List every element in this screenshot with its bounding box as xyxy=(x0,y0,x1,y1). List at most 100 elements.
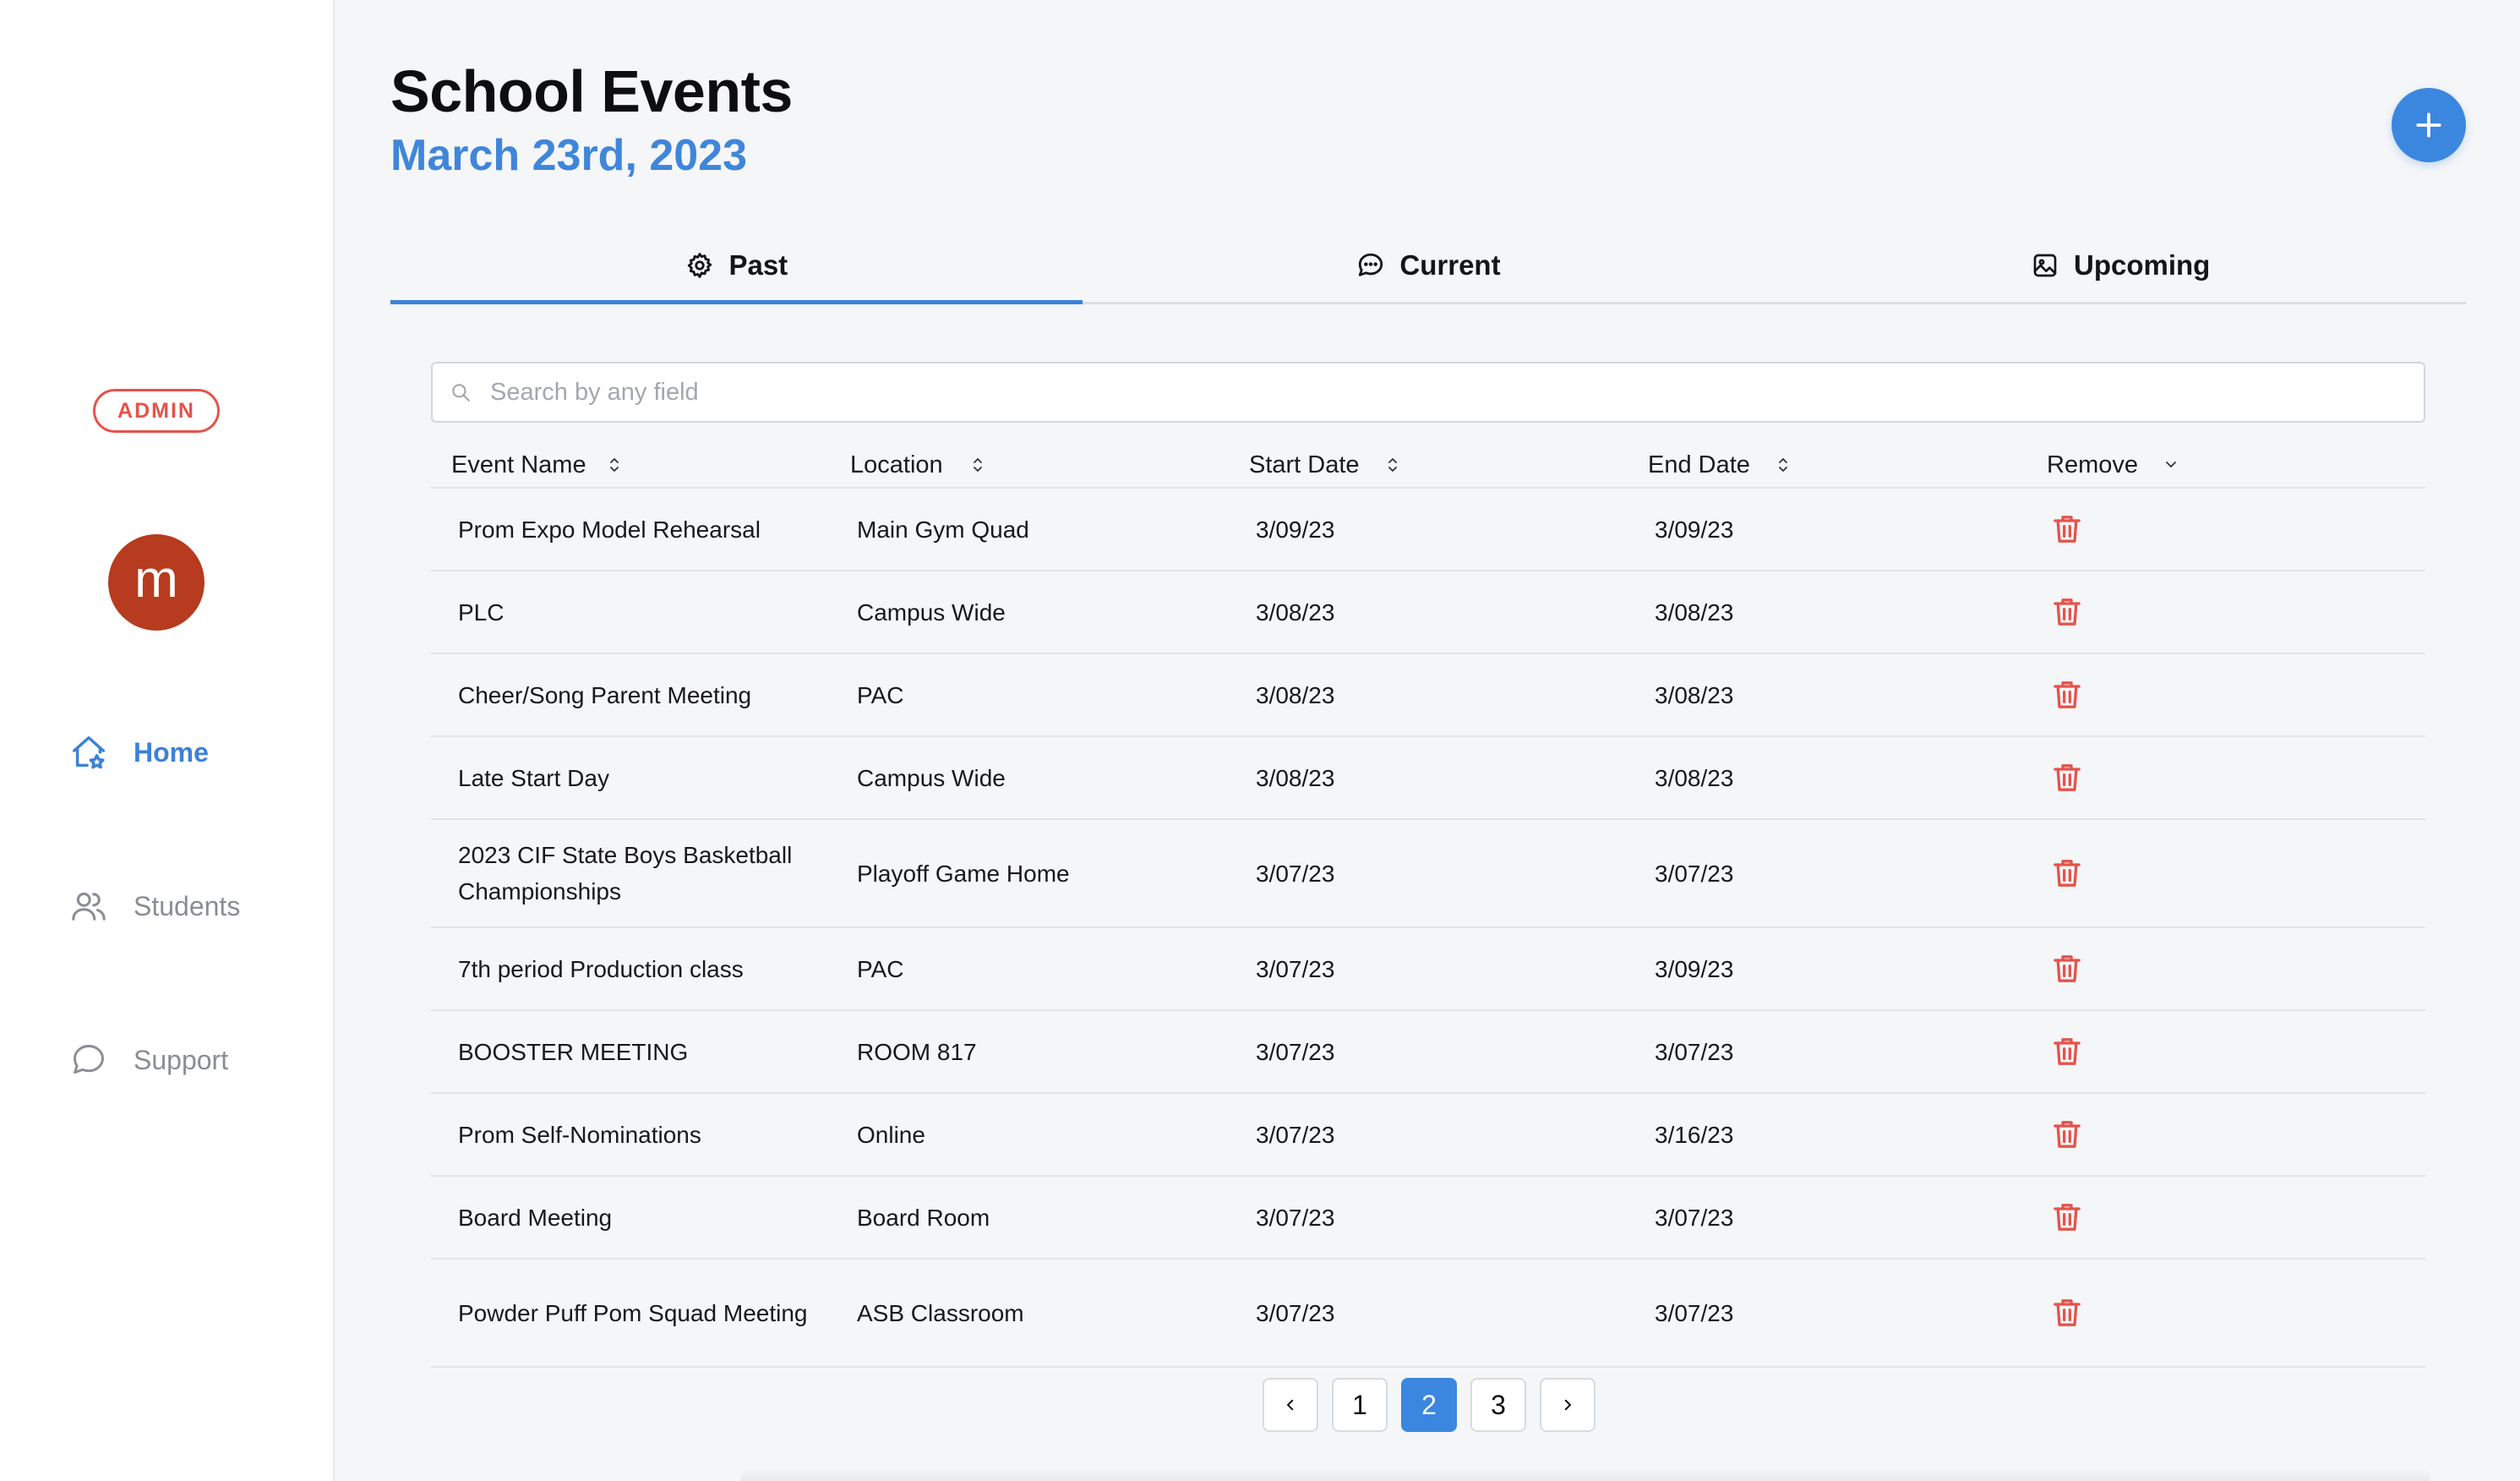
sort-icon[interactable] xyxy=(1387,456,1399,473)
cell-location: Main Gym Quad xyxy=(857,516,1029,543)
delete-event-button[interactable] xyxy=(2050,511,2084,547)
trash-icon xyxy=(2050,511,2084,547)
delete-event-button[interactable] xyxy=(2050,1295,2084,1331)
trash-icon xyxy=(2050,677,2084,713)
column-header-location[interactable]: Location xyxy=(830,451,1229,479)
table-row[interactable]: Board Meeting Board Room 3/07/23 3/07/23 xyxy=(431,1177,2425,1260)
tab-label: Past xyxy=(728,249,788,281)
trash-icon xyxy=(2050,1200,2084,1235)
table-row[interactable]: Prom Expo Model Rehearsal Main Gym Quad 3/… xyxy=(431,489,2425,571)
events-table: Event Name Location Start Date End Date xyxy=(431,443,2425,1368)
gear-icon xyxy=(685,250,715,281)
trash-icon xyxy=(2050,855,2084,891)
cell-start-date: 3/08/23 xyxy=(1256,681,1335,708)
cell-event-name: Prom Expo Model Rehearsal xyxy=(458,516,761,543)
prev-page-button[interactable] xyxy=(1263,1378,1318,1432)
cell-location: Campus Wide xyxy=(857,598,1006,626)
column-header-remove[interactable]: Remove xyxy=(2026,451,2425,479)
table-row[interactable]: Cheer/Song Parent Meeting PAC 3/08/23 3/08/… xyxy=(431,654,2425,737)
delete-event-button[interactable] xyxy=(2050,677,2084,713)
chat-bubble-icon xyxy=(68,1039,110,1081)
sort-icon[interactable] xyxy=(1777,456,1789,473)
cell-start-date: 3/07/23 xyxy=(1256,1204,1335,1231)
cell-location: ASB Classroom xyxy=(857,1299,1024,1326)
tab-label: Upcoming xyxy=(2074,249,2211,281)
sidebar-item-label: Home xyxy=(134,736,209,768)
delete-event-button[interactable] xyxy=(2050,594,2084,630)
cell-location: Board Room xyxy=(857,1204,990,1231)
table-body: Prom Expo Model Rehearsal Main Gym Quad 3/… xyxy=(431,489,2425,1368)
event-tabs: Past Current Upcoming xyxy=(390,228,2466,304)
column-header-start-date[interactable]: Start Date xyxy=(1229,451,1628,479)
trash-icon xyxy=(2050,594,2084,630)
table-row[interactable]: Powder Puff Pom Squad Meeting ASB Classro… xyxy=(431,1260,2425,1368)
column-header-event-name[interactable]: Event Name xyxy=(431,451,830,479)
cell-location: Playoff Game Home xyxy=(857,860,1070,887)
chevron-down-icon[interactable] xyxy=(2163,460,2179,470)
next-page-button[interactable] xyxy=(1540,1378,1595,1432)
column-header-label: Start Date xyxy=(1249,451,1360,478)
tab-upcoming[interactable]: Upcoming xyxy=(1774,228,2466,302)
delete-event-button[interactable] xyxy=(2050,1117,2084,1152)
cell-event-name: BOOSTER MEETING xyxy=(458,1038,689,1065)
table-row[interactable]: PLC Campus Wide 3/08/23 3/08/23 xyxy=(431,571,2425,654)
tab-label: Current xyxy=(1399,249,1501,281)
delete-event-button[interactable] xyxy=(2050,1200,2084,1235)
sidebar-item-support[interactable]: Support xyxy=(68,1035,228,1085)
pagination: 1 2 3 xyxy=(1263,1378,1595,1432)
cell-end-date: 3/07/23 xyxy=(1655,1038,1734,1065)
table-row[interactable]: Prom Self-Nominations Online 3/07/23 3/16/2… xyxy=(431,1094,2425,1177)
cell-end-date: 3/07/23 xyxy=(1655,1299,1734,1326)
cell-start-date: 3/07/23 xyxy=(1256,1121,1335,1148)
page-button-1[interactable]: 1 xyxy=(1332,1378,1388,1432)
cell-start-date: 3/07/23 xyxy=(1256,860,1335,887)
admin-badge: ADMIN xyxy=(93,389,220,433)
cell-start-date: 3/07/23 xyxy=(1256,955,1335,982)
cell-end-date: 3/08/23 xyxy=(1655,681,1734,708)
sidebar-item-label: Students xyxy=(134,890,241,921)
trash-icon xyxy=(2050,951,2084,986)
delete-event-button[interactable] xyxy=(2050,855,2084,891)
table-row[interactable]: 7th period Production class PAC 3/07/23 3/0… xyxy=(431,928,2425,1011)
sidebar: ADMIN m Home Students Support xyxy=(0,0,335,1481)
sort-icon[interactable] xyxy=(608,456,620,473)
tab-current[interactable]: Current xyxy=(1083,228,1775,302)
cell-end-date: 3/16/23 xyxy=(1655,1121,1734,1148)
table-row[interactable]: 2023 CIF State Boys Basketball Champions… xyxy=(431,820,2425,928)
image-icon xyxy=(2030,250,2060,281)
chat-dots-icon xyxy=(1355,250,1386,281)
cell-remove xyxy=(2026,677,2425,713)
search-input[interactable] xyxy=(490,363,2424,421)
page-button-3[interactable]: 3 xyxy=(1470,1378,1526,1432)
delete-event-button[interactable] xyxy=(2050,951,2084,986)
cell-remove xyxy=(2026,511,2425,547)
page-button-2[interactable]: 2 xyxy=(1401,1378,1457,1432)
cell-remove xyxy=(2026,594,2425,630)
column-header-label: Event Name xyxy=(451,451,586,478)
main-content: School Events March 23rd, 2023 Past Curr… xyxy=(335,0,2520,1481)
chevron-right-icon xyxy=(1560,1397,1575,1413)
add-event-button[interactable] xyxy=(2392,88,2466,162)
cell-remove xyxy=(2026,855,2425,891)
cell-remove xyxy=(2026,1200,2425,1235)
sidebar-item-home[interactable]: Home xyxy=(68,727,209,778)
cell-end-date: 3/07/23 xyxy=(1655,860,1734,887)
table-row[interactable]: Late Start Day Campus Wide 3/08/23 3/08/23 xyxy=(431,737,2425,820)
sidebar-item-students[interactable]: Students xyxy=(68,881,240,932)
trash-icon xyxy=(2050,1034,2084,1069)
trash-icon xyxy=(2050,1117,2084,1152)
cell-start-date: 3/08/23 xyxy=(1256,764,1335,791)
column-header-end-date[interactable]: End Date xyxy=(1628,451,2026,479)
cell-end-date: 3/08/23 xyxy=(1655,598,1734,626)
tab-past[interactable]: Past xyxy=(390,228,1083,304)
cell-remove xyxy=(2026,1034,2425,1069)
sort-icon[interactable] xyxy=(972,456,984,473)
delete-event-button[interactable] xyxy=(2050,1034,2084,1069)
cell-event-name: PLC xyxy=(458,598,505,626)
column-header-label: Location xyxy=(850,451,943,478)
cell-end-date: 3/09/23 xyxy=(1655,955,1734,982)
cell-end-date: 3/08/23 xyxy=(1655,764,1734,791)
delete-event-button[interactable] xyxy=(2050,760,2084,795)
avatar[interactable]: m xyxy=(108,534,205,631)
table-row[interactable]: BOOSTER MEETING ROOM 817 3/07/23 3/07/23 xyxy=(431,1011,2425,1094)
